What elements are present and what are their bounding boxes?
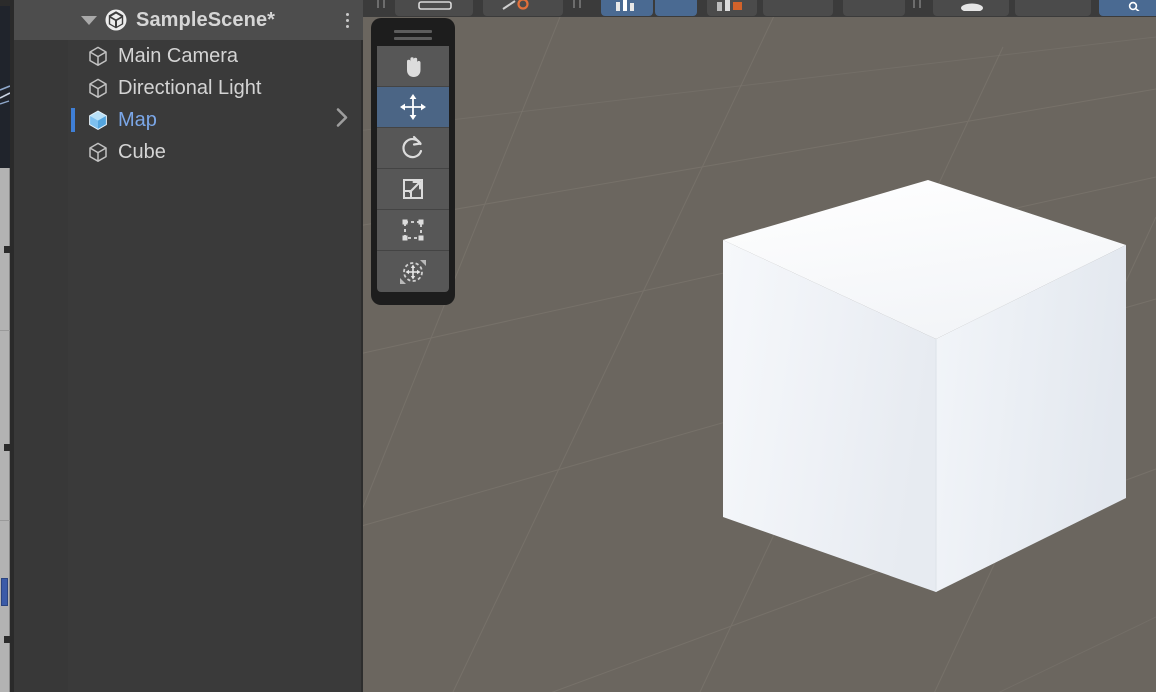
move-tool-button[interactable] (377, 87, 449, 128)
cloud-icon (961, 3, 983, 11)
triangle-down-icon[interactable] (78, 14, 100, 26)
toolbar-button-pause[interactable] (655, 0, 697, 16)
gameobject-cube-icon (86, 76, 110, 100)
toolbar-separator (383, 0, 385, 8)
hierarchy-item-label: Cube (118, 140, 166, 163)
toolbar-separator (579, 0, 581, 8)
kebab-menu-icon[interactable] (346, 12, 349, 28)
strip-separator (0, 330, 10, 331)
toolbar-separator (919, 0, 921, 8)
hierarchy-left-rail (14, 0, 68, 692)
drag-handle-icon[interactable] (377, 24, 449, 46)
scale-tool-button[interactable] (377, 169, 449, 210)
hierarchy-panel: SampleScene* Main Camera Directional Lig… (14, 0, 363, 692)
unity-editor-window: SampleScene* Main Camera Directional Lig… (0, 0, 1156, 692)
transform-tool-button[interactable] (377, 251, 449, 292)
search-icon (1128, 1, 1140, 11)
unity-logo-icon (104, 8, 128, 32)
hand-tool-button[interactable] (377, 46, 449, 87)
rotate-tool-button[interactable] (377, 128, 449, 169)
hierarchy-header[interactable]: SampleScene* (68, 0, 363, 40)
toolbar-button-layers[interactable] (763, 0, 833, 16)
play-pause-glyph-icon (616, 0, 634, 11)
account-glyph-icon (502, 0, 529, 10)
move-arrows-icon (400, 94, 426, 120)
hierarchy-item-cube[interactable]: Cube (68, 136, 363, 168)
hierarchy-item-directional-light[interactable]: Directional Light (68, 72, 363, 104)
toolbar-button-extra[interactable] (843, 0, 905, 16)
hierarchy-item-map[interactable]: Map (68, 104, 363, 136)
scene-name-label: SampleScene* (136, 8, 276, 31)
rotate-icon (402, 135, 423, 159)
rect-tool-button[interactable] (377, 210, 449, 251)
editor-top-toolbar (363, 0, 1156, 17)
selection-marker (71, 108, 75, 132)
rect-transform-icon (402, 219, 424, 241)
chevron-right-icon[interactable] (335, 107, 349, 134)
hand-icon (407, 57, 421, 77)
collab-glyph-icon (717, 0, 742, 11)
hierarchy-item-label: Directional Light (118, 76, 262, 99)
prefab-cube-icon (86, 108, 110, 132)
toolbar-glyph-icon (418, 1, 452, 10)
scene-view[interactable] (363, 17, 1156, 692)
hierarchy-item-main-camera[interactable]: Main Camera (68, 40, 363, 72)
scale-icon (403, 179, 423, 199)
gameobject-cube-icon (86, 140, 110, 164)
toolbar-separator (377, 0, 379, 8)
scene-tools-overlay (371, 18, 455, 305)
gameobject-cube-icon (86, 44, 110, 68)
toolbar-button-layout[interactable] (1015, 0, 1091, 16)
strip-separator (0, 520, 10, 521)
toolbar-separator (573, 0, 575, 8)
hierarchy-rail-header (14, 0, 68, 40)
strip-selected-item[interactable] (1, 578, 8, 606)
hierarchy-item-label: Map (118, 108, 157, 131)
transform-gizmo-icon (400, 259, 426, 284)
cube-object[interactable] (363, 17, 1156, 692)
hierarchy-item-list: Main Camera Directional Light Map Cube (68, 40, 363, 692)
toolbar-separator (913, 0, 915, 8)
hierarchy-item-label: Main Camera (118, 44, 239, 67)
